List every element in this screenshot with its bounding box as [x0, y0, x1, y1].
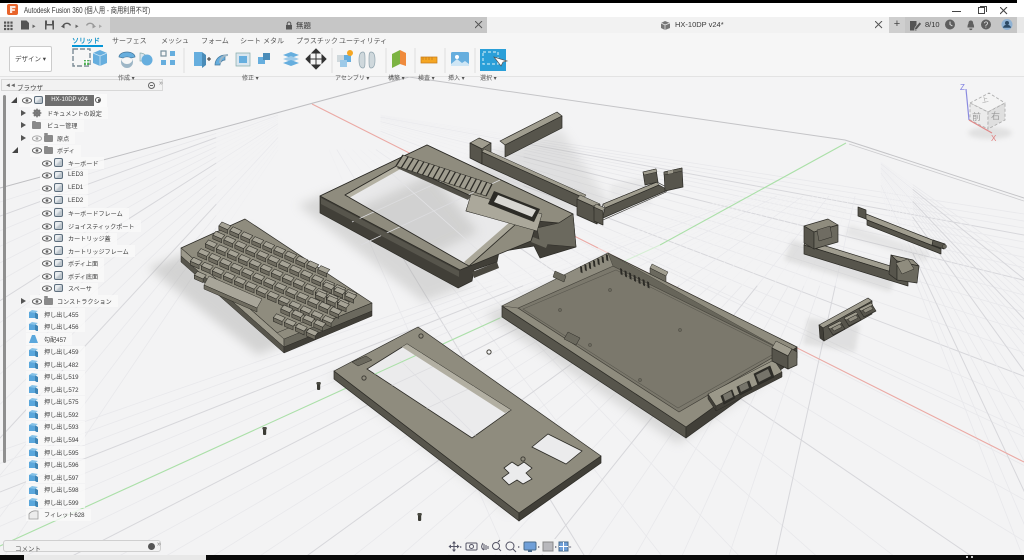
svg-text:X: X: [991, 134, 997, 143]
svg-text:Z: Z: [960, 83, 965, 92]
svg-text:?: ?: [984, 21, 989, 30]
svg-text:右: 右: [991, 110, 1000, 121]
svg-text:前: 前: [972, 111, 981, 122]
